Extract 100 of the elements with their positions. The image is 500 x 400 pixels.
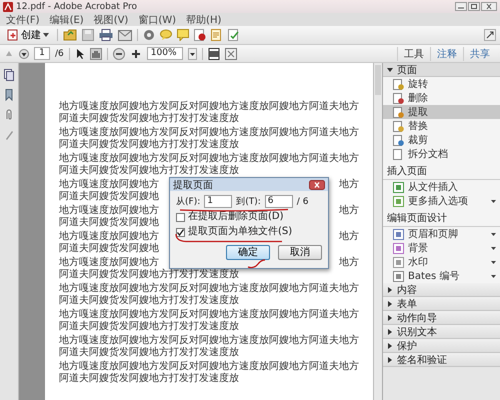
page-icon [393,106,404,118]
zoom-in-icon[interactable] [130,48,142,60]
create-button[interactable]: 创建 [4,28,52,42]
caret-icon [387,356,393,362]
square-icon [393,182,404,192]
tool-item[interactable]: Bates 编号 [383,269,500,283]
from-page-field[interactable]: 1 [204,195,232,208]
checkbox[interactable] [176,228,185,236]
panel-tab[interactable]: 注释 [430,46,463,60]
group-heading: 插入页面 [383,161,500,180]
tool-item[interactable]: 提取 [383,105,500,119]
document-stamp-icon[interactable] [194,29,206,41]
text-line: 地方嘎速度放阿嫂地方发阿反对阿嫂地方速度放阿嫂地方阿道夫地方 [59,101,359,112]
dialog-button[interactable]: 确定 [226,245,270,260]
page-number-field[interactable]: 1 [34,47,50,60]
text-line: 阿道夫阿嫂货发阿嫂地方打发打发速度放 [59,321,239,333]
pages-icon[interactable] [4,69,14,81]
zoom-out-icon[interactable] [112,48,125,60]
tool-item[interactable]: 水印 [383,255,500,269]
zoom-field[interactable]: 100% [146,47,183,60]
settings-icon[interactable] [143,29,155,41]
square-icon [393,196,404,206]
window-title: 12.pdf - Adobe Acrobat Pro [16,2,138,12]
tool-item[interactable]: 裁剪 [383,133,500,147]
tool-item[interactable]: 更多插入选项 [383,194,500,208]
text-line: 阿道夫阿嫂货发阿嫂地方打发打发速度放 [59,347,239,359]
page-total: / 6 [296,196,308,206]
page-icon [393,120,404,132]
menu-item[interactable]: 编辑(E) [50,12,84,26]
text-line: 阿道夫阿嫂货发阿嫂地方打发打发速度放 [59,269,239,281]
text-line: 阿道夫阿嫂货发阿嫂地 [59,191,159,203]
comment-icon[interactable] [177,29,189,41]
section-header[interactable]: 内容 [383,283,500,297]
section-header[interactable]: 页面 [383,63,500,77]
to-page-field[interactable]: 6 [264,195,293,208]
text-line: 阿道夫阿嫂货发阿嫂地方打发打发速度放 [59,373,239,385]
caret-icon [387,300,393,306]
email-icon[interactable] [118,30,132,40]
menu-item[interactable]: 帮助(H) [186,12,222,26]
close-icon[interactable] [309,180,325,190]
cursor-icon[interactable] [74,48,85,60]
tool-item[interactable]: 拆分文档 [383,147,500,161]
square-icon [393,242,404,254]
section-header[interactable]: 保护 [383,339,500,353]
square-icon [393,270,404,282]
fit-page-icon[interactable] [208,48,220,60]
fullscreen-icon[interactable] [224,48,237,60]
menu-item[interactable]: 文件(F) [6,12,40,26]
print-icon[interactable] [99,29,113,41]
tool-item[interactable]: 删除 [383,91,500,105]
section-header[interactable]: 签名和验证 [383,353,500,367]
tool-item[interactable]: 背景 [383,241,500,255]
tool-item[interactable]: 页眉和页脚 [383,227,500,241]
paperclip-icon[interactable] [4,109,14,121]
folder-icon[interactable] [63,29,77,41]
speech-bubble-icon[interactable] [160,29,172,41]
section-header[interactable]: 识别文本 [383,325,500,339]
checkbox[interactable] [176,212,185,222]
page-icon [393,92,404,104]
tool-item[interactable]: 从文件插入 [383,180,500,194]
panel-tab[interactable]: 共享 [463,46,496,60]
caret-icon [387,286,393,292]
expand-icon[interactable] [484,29,496,41]
text-line: 地方嘎速度放阿嫂地方发阿反对阿嫂地方速度放阿嫂地方阿道夫地方 [59,309,359,320]
bookmark-icon[interactable] [4,89,14,101]
dialog-button[interactable]: 取消 [278,245,322,260]
dialog-title: 提取页面 [173,178,213,192]
next-page-icon[interactable] [19,48,29,58]
square-icon [393,256,404,268]
text-line: 地方 [339,179,359,191]
text-line: 地方嘎速度放阿嫂地方发阿反对阿嫂地方速度放阿嫂地方阿道夫地方 [59,127,359,138]
text-line: 地方嘎速度放阿嫂地方发阿反对阿嫂地方速度放阿嫂地方阿道夫地方 [59,283,359,294]
dropdown-icon[interactable] [188,48,197,60]
text-line: 阿道夫阿嫂货发阿嫂地 [59,243,159,255]
menu-item[interactable]: 视图(V) [94,12,128,26]
section-header[interactable]: 动作向导 [383,311,500,325]
text-line: 地方嘎速度放阿嫂地方发阿反对阿嫂地方速度放阿嫂地方阿道夫地方 [59,361,359,372]
from-label: 从(F): [176,196,200,208]
text-line: 阿道夫阿嫂货发阿嫂地方打发打发速度放 [59,295,239,307]
panel-tab[interactable]: 工具 [397,46,430,60]
text-line: 地方嘎速度放阿嫂地方 [59,205,159,216]
close-icon[interactable] [481,2,497,11]
caret-icon [387,328,393,334]
group-heading: 编辑页面设计 [383,208,500,227]
page-count: /6 [55,48,64,58]
document-check-icon[interactable] [228,29,240,41]
text-line: 阿道夫阿嫂货发阿嫂地方打发打发速度放 [59,113,239,125]
app-logo-icon [3,2,13,12]
text-line: 地方 [339,231,359,243]
text-line: 地方嘎速度放阿嫂地方 [59,179,159,190]
text-line: 阿道夫阿嫂货发阿嫂地方打发打发速度放 [59,139,239,151]
tool-item[interactable]: 替换 [383,119,500,133]
to-label: 到(T): [236,196,261,208]
minimize-icon[interactable] [455,2,467,11]
tool-item[interactable]: 旋转 [383,77,500,91]
document-icon[interactable] [211,29,223,41]
maximize-icon[interactable] [468,2,480,11]
section-header[interactable]: 表单 [383,297,500,311]
menu-item[interactable]: 窗口(W) [138,12,176,26]
scroll-thumb[interactable] [375,65,381,95]
